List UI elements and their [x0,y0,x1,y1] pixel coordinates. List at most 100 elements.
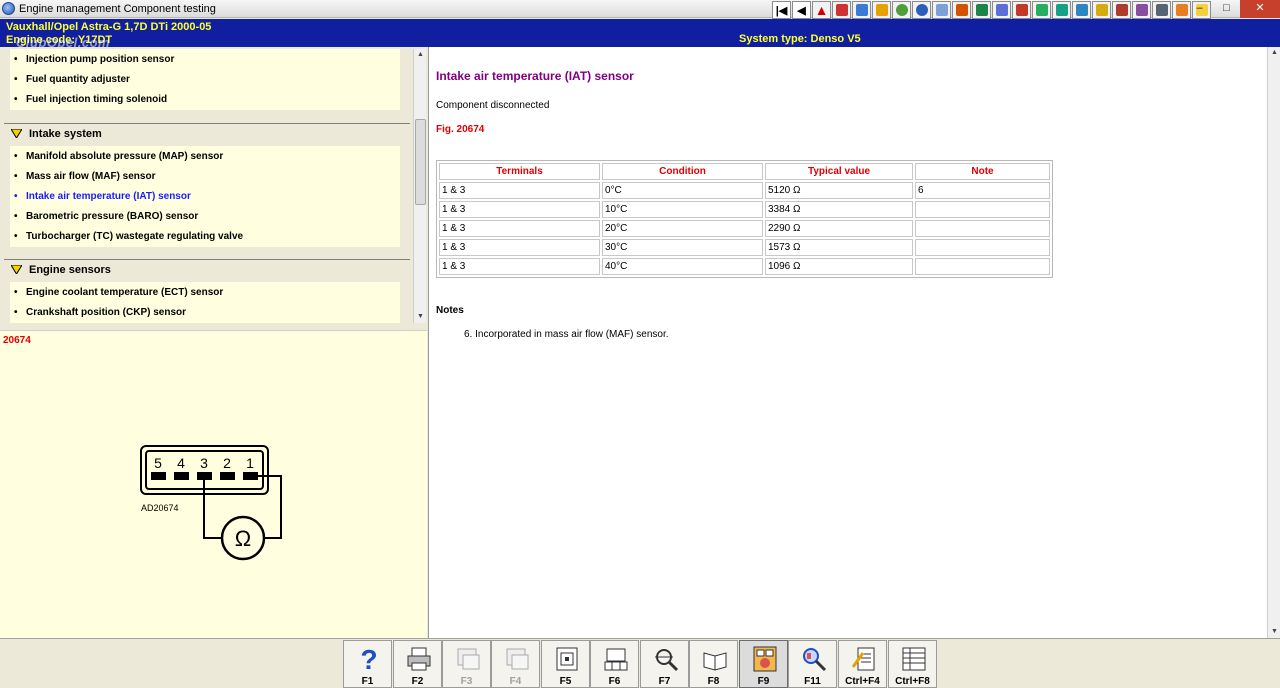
minimize-button[interactable]: – [1186,0,1213,18]
ctrl-f4-button[interactable]: Ctrl+F4 [838,640,887,688]
fkey-label: F9 [757,676,770,687]
group-label: Intake system [29,128,102,140]
gearbox-icon[interactable] [1072,1,1091,19]
list-item-label: Engine coolant temperature (ECT) sensor [26,286,224,298]
scroll-thumb[interactable] [415,119,426,205]
table-cell [915,201,1050,218]
table-row: 1 & 3 30°C 1573 Ω [439,239,1050,256]
application-window: Engine management Component testing |◀ ◀… [0,0,1280,688]
list-item[interactable]: • Injection pump position sensor [14,49,174,69]
list-item[interactable]: • Fuel injection timing solenoid [14,89,167,109]
table-header-row: Terminals Condition Typical value Note [439,163,1050,180]
function-key-bar: ? F1 F2 F3 F4 F5 F6 F7 F8 F9 F11 Ctrl+F4… [0,638,1280,688]
status-text: Component disconnected [436,100,550,111]
table-row: 1 & 3 20°C 2290 Ω [439,220,1050,237]
electrics-icon[interactable] [1032,1,1051,19]
ecu-icon[interactable] [1052,1,1071,19]
battery-icon[interactable] [932,1,951,19]
component-data-icon [506,648,529,670]
notes-icon [851,647,875,671]
pin-5 [151,472,166,480]
table-cell: 10°C [602,201,763,218]
list-item[interactable]: • Manifold absolute pressure (MAP) sensor [14,146,223,166]
fkey-label: F1 [361,676,374,687]
f7-button[interactable]: F7 [640,640,689,688]
content-scrollbar[interactable]: ▲ ▼ [1267,47,1280,638]
list-item[interactable]: • Crankshaft position (CKP) sensor [14,302,186,322]
list-item-selected[interactable]: • Intake air temperature (IAT) sensor [14,186,191,206]
ctrl-f8-button[interactable]: Ctrl+F8 [888,640,937,688]
warning-icon[interactable]: ▲ [812,1,831,19]
component-tree: • Injection pump position sensor • Fuel qu… [0,49,414,323]
system-type: System type: Denso V5 [739,33,861,45]
f1-help-button[interactable]: ? F1 [343,640,392,688]
pin-1-label: 1 [246,455,254,471]
f8-button[interactable]: F8 [689,640,738,688]
close-button[interactable]: ✕ [1240,0,1280,18]
fkey-label: F3 [460,676,473,687]
data-icon[interactable] [832,1,851,19]
fkey-label: F5 [559,676,572,687]
tyre-icon[interactable] [892,1,911,19]
maximize-button[interactable]: □ [1213,0,1240,18]
table-cell: 3384 Ω [765,201,913,218]
lighting-icon[interactable] [952,1,971,19]
vehicle-header: Vauxhall/Opel Astra-G 1,7D DTi 2000-05 E… [0,19,1280,50]
wiring-icon[interactable] [912,1,931,19]
engine-icon[interactable] [1012,1,1031,19]
f4-button[interactable]: F4 [491,640,540,688]
steering-icon[interactable] [1092,1,1111,19]
fuse-icon[interactable] [972,1,991,19]
group-header-engine-sensors[interactable]: Engine sensors [4,259,410,279]
table-cell [915,239,1050,256]
f11-search-button[interactable]: F11 [788,640,837,688]
brakes-icon[interactable] [1112,1,1131,19]
list-item-label: Crankshaft position (CKP) sensor [26,306,187,318]
help-icon: ? [360,645,377,673]
pin-2-label: 2 [223,455,231,471]
table-row: 1 & 3 0°C 5120 Ω 6 [439,182,1050,199]
list-item-label: Mass air flow (MAF) sensor [26,170,156,182]
table-row: 1 & 3 40°C 1096 Ω [439,258,1050,275]
column-header: Note [915,163,1050,180]
table-cell: 1 & 3 [439,182,600,199]
list-item[interactable]: • Turbocharger (TC) wastegate regulating … [14,226,243,246]
pin-5-label: 5 [154,455,162,471]
list-item[interactable]: • Engine coolant temperature (ECT) sensor [14,282,223,302]
service-icon[interactable] [872,1,891,19]
diagram-label: AD20674 [141,503,179,513]
f2-print-button[interactable]: F2 [393,640,442,688]
repair-icon[interactable] [992,1,1011,19]
figure-link[interactable]: Fig. 20674 [436,124,484,135]
table-cell: 0°C [602,182,763,199]
list-item[interactable]: • Barometric pressure (BARO) sensor [14,206,198,226]
figure-panel: 20674 5 4 3 2 1 Ω AD20674 [0,330,427,638]
connector-icon [604,648,628,671]
test-values-table: Terminals Condition Typical value Note 1… [436,160,1053,278]
scroll-up-icon[interactable]: ▲ [414,49,427,61]
fkey-label: F11 [804,676,821,687]
group-label: Engine sensors [29,264,111,276]
scroll-up-icon[interactable]: ▲ [1268,47,1280,59]
f6-button[interactable]: F6 [590,640,639,688]
previous-icon[interactable]: ◀ [792,1,811,19]
component-icon [457,648,480,670]
f5-button[interactable]: F5 [541,640,590,688]
scroll-down-icon[interactable]: ▼ [1268,626,1280,638]
f9-button[interactable]: F9 [739,640,788,688]
note-text: 6. Incorporated in mass air flow (MAF) s… [464,329,669,340]
column-header: Terminals [439,163,600,180]
fkey-label: F4 [509,676,522,687]
group-header-intake[interactable]: Intake system [4,123,410,143]
title-bar: Engine management Component testing |◀ ◀… [0,0,1280,19]
list-item[interactable]: • Fuel quantity adjuster [14,69,130,89]
table-cell: 1 & 3 [439,201,600,218]
scroll-down-icon[interactable]: ▼ [414,311,427,323]
list-item[interactable]: • Mass air flow (MAF) sensor [14,166,155,186]
first-icon[interactable]: |◀ [772,1,791,19]
diagnostics-icon[interactable] [1132,1,1151,19]
airbag-icon[interactable] [1152,1,1171,19]
tools-icon[interactable] [852,1,871,19]
tree-scrollbar[interactable]: ▲ ▼ [413,49,426,323]
f3-button[interactable]: F3 [442,640,491,688]
